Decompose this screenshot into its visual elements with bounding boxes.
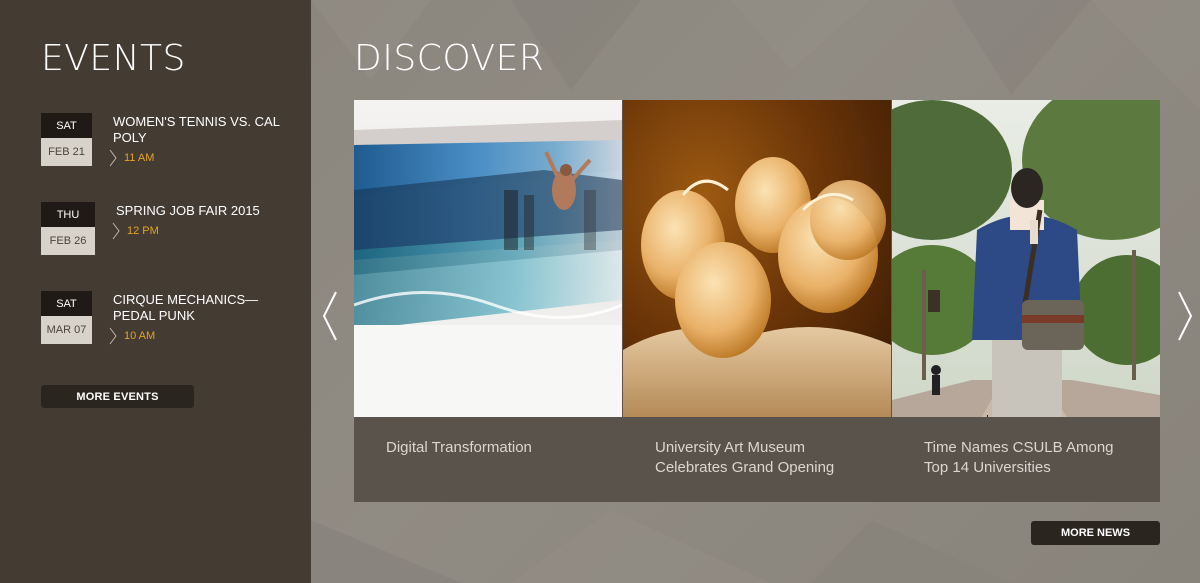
news-card-image[interactable] (892, 100, 1160, 417)
chevron-right-icon (112, 222, 120, 240)
event-item[interactable]: SAT MAR 07 CIRQUE MECHANICS—PEDAL PUNK 1… (41, 291, 301, 347)
event-time: 11 AM (124, 152, 155, 164)
discover-panel: DISCOVER Digital Transformation Universi… (311, 0, 1200, 583)
discover-heading: DISCOVER (354, 38, 545, 79)
chevron-right-icon (109, 149, 117, 167)
event-time: 10 AM (124, 330, 156, 342)
event-item[interactable]: SAT FEB 21 WOMEN'S TENNIS VS. CAL POLY 1… (41, 113, 301, 169)
event-item[interactable]: THU FEB 26 SPRING JOB FAIR 2015 12 PM (41, 202, 301, 258)
dancer-motion-blur-image (354, 100, 622, 417)
news-card[interactable]: Digital Transformation (354, 100, 622, 502)
news-card-caption[interactable]: Digital Transformation (386, 438, 596, 458)
event-title[interactable]: WOMEN'S TENNIS VS. CAL POLY (113, 114, 288, 146)
event-time: 12 PM (127, 225, 159, 237)
event-date: FEB 21 (41, 138, 92, 166)
news-carousel: Digital Transformation University Art Mu… (354, 100, 1160, 502)
news-card[interactable]: Time Names CSULB Among Top 14 Universiti… (892, 100, 1160, 502)
news-card[interactable]: University Art Museum Celebrates Grand O… (623, 100, 891, 502)
news-card-image[interactable] (354, 100, 622, 417)
event-day: SAT (41, 113, 92, 138)
event-title[interactable]: SPRING JOB FAIR 2015 (116, 203, 291, 219)
events-heading: EVENTS (41, 38, 186, 79)
student-on-campus-image (892, 100, 1160, 417)
more-events-button[interactable]: MORE EVENTS (41, 385, 194, 408)
event-date: FEB 26 (41, 227, 95, 255)
event-date: MAR 07 (41, 316, 92, 344)
chevron-right-icon (109, 327, 117, 345)
event-title[interactable]: CIRQUE MECHANICS—PEDAL PUNK (113, 292, 288, 324)
event-day: THU (41, 202, 95, 227)
chevron-left-icon[interactable] (321, 290, 339, 342)
glass-sculpture-image (623, 100, 891, 417)
events-panel: EVENTS SAT FEB 21 WOMEN'S TENNIS VS. CAL… (0, 0, 311, 583)
chevron-right-icon[interactable] (1176, 290, 1194, 342)
news-card-caption[interactable]: Time Names CSULB Among Top 14 Universiti… (924, 438, 1134, 478)
event-day: SAT (41, 291, 92, 316)
more-news-button[interactable]: MORE NEWS (1031, 521, 1160, 545)
news-card-image[interactable] (623, 100, 891, 417)
news-card-caption[interactable]: University Art Museum Celebrates Grand O… (655, 438, 865, 478)
